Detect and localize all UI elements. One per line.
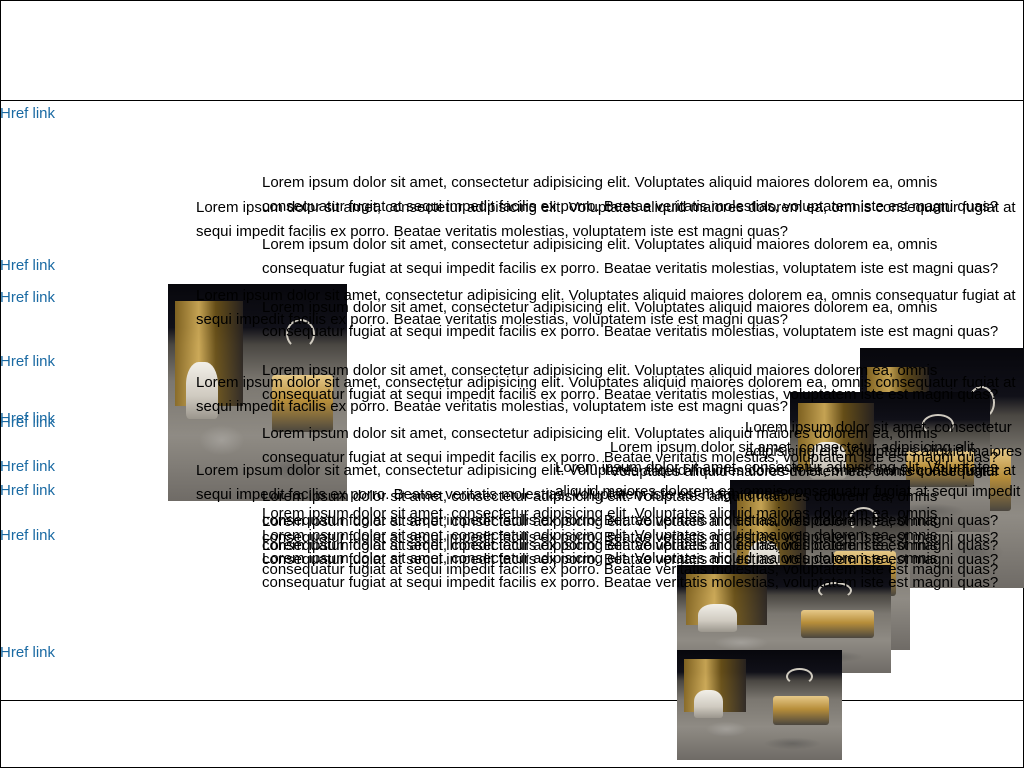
href-link[interactable]: Href link	[0, 289, 55, 307]
href-link[interactable]: Href link	[0, 105, 55, 123]
lorem-paragraph: Lorem ipsum dolor sit amet, consectetur …	[262, 236, 999, 277]
footer-divider	[0, 700, 1024, 701]
lorem-paragraph: Lorem ipsum dolor sit amet, consectetur …	[262, 299, 999, 340]
lorem-paragraph: Lorem ipsum dolor sit amet, consectetur …	[196, 374, 1016, 415]
href-link[interactable]: Href link	[0, 527, 55, 545]
href-link[interactable]: Href link	[0, 353, 55, 371]
href-link[interactable]: Href link	[0, 257, 55, 275]
lorem-paragraph: Lorem ipsum dolor sit amet, consectetur …	[262, 550, 999, 591]
href-link[interactable]: Href link	[0, 482, 55, 500]
href-link[interactable]: Href link	[0, 414, 55, 432]
moon-photo	[677, 650, 842, 760]
href-link[interactable]: Href link	[0, 458, 55, 476]
header-divider	[0, 100, 1024, 101]
href-link[interactable]: Href link	[0, 644, 55, 662]
